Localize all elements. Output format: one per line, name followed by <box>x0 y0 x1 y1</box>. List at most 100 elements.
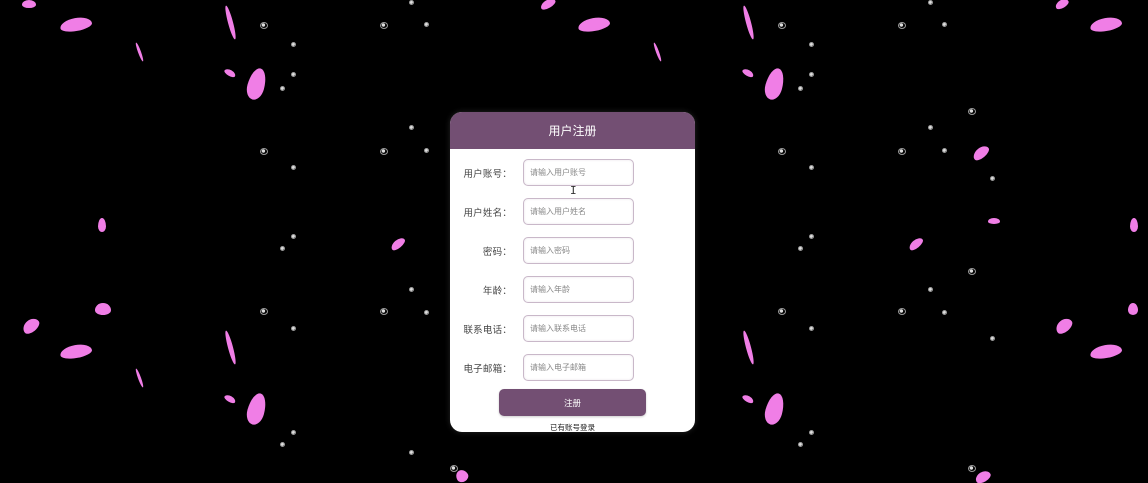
petal-decoration <box>907 235 925 253</box>
drop-decoration <box>928 0 933 5</box>
petal-decoration <box>1053 315 1075 337</box>
petal-decoration <box>389 235 407 253</box>
petal-decoration <box>762 391 787 427</box>
drop-decoration <box>809 326 814 331</box>
password-label: 密码： <box>482 246 512 258</box>
drop-decoration <box>380 148 388 155</box>
drop-decoration <box>942 310 947 315</box>
petal-decoration <box>741 4 756 41</box>
drop-decoration <box>809 72 814 77</box>
age-input[interactable] <box>523 276 634 303</box>
drop-decoration <box>291 430 296 435</box>
petal-decoration <box>1128 303 1138 315</box>
drop-decoration <box>898 308 906 315</box>
drop-decoration <box>409 287 414 292</box>
petal-decoration <box>1089 342 1123 361</box>
petal-decoration <box>59 342 93 361</box>
card-header: 用户注册 <box>450 112 695 149</box>
drop-decoration <box>260 308 268 315</box>
drop-decoration <box>798 246 803 251</box>
petal-decoration <box>134 42 145 62</box>
drop-decoration <box>280 86 285 91</box>
register-card: 用户注册 用户账号： 用户姓名： 密码： 年龄： 联系电话： <box>450 112 695 432</box>
phone-label: 联系电话： <box>463 324 512 336</box>
drop-decoration <box>260 22 268 29</box>
drop-decoration <box>280 442 285 447</box>
petal-decoration <box>741 67 755 79</box>
petal-decoration <box>223 4 238 41</box>
drop-decoration <box>291 42 296 47</box>
petal-decoration <box>973 468 993 483</box>
drop-decoration <box>380 308 388 315</box>
petal-decoration <box>577 15 611 34</box>
email-label: 电子邮箱： <box>463 363 512 375</box>
petal-decoration <box>244 66 269 102</box>
name-input[interactable] <box>523 198 634 225</box>
drop-decoration <box>450 465 458 472</box>
drop-decoration <box>798 442 803 447</box>
drop-decoration <box>291 72 296 77</box>
account-input[interactable] <box>523 159 634 186</box>
drop-decoration <box>809 165 814 170</box>
drop-decoration <box>798 86 803 91</box>
drop-decoration <box>809 430 814 435</box>
email-input[interactable] <box>523 354 634 381</box>
password-input[interactable] <box>523 237 634 264</box>
drop-decoration <box>280 246 285 251</box>
petal-decoration <box>1089 15 1123 34</box>
field-row-age: 年龄： <box>450 270 695 309</box>
petal-decoration <box>134 368 145 388</box>
petal-decoration <box>741 329 756 366</box>
field-row-password: 密码： <box>450 231 695 270</box>
account-label: 用户账号： <box>463 168 512 180</box>
petal-decoration <box>22 0 36 8</box>
petal-decoration <box>652 42 663 62</box>
drop-decoration <box>990 336 995 341</box>
petal-decoration <box>20 315 42 337</box>
drop-decoration <box>778 308 786 315</box>
page-background: 用户注册 用户账号： 用户姓名： 密码： 年龄： 联系电话： <box>0 0 1148 483</box>
field-row-name: 用户姓名： <box>450 192 695 231</box>
field-row-phone: 联系电话： <box>450 309 695 348</box>
field-row-email: 电子邮箱： <box>450 348 695 387</box>
drop-decoration <box>260 148 268 155</box>
login-link[interactable]: 已有账号登录 <box>450 422 695 432</box>
petal-decoration <box>539 0 557 12</box>
petal-decoration <box>223 329 238 366</box>
drop-decoration <box>291 326 296 331</box>
petal-decoration <box>988 218 1000 224</box>
drop-decoration <box>968 108 976 115</box>
drop-decoration <box>942 148 947 153</box>
drop-decoration <box>409 0 414 5</box>
drop-decoration <box>928 125 933 130</box>
drop-decoration <box>291 234 296 239</box>
drop-decoration <box>424 148 429 153</box>
phone-input[interactable] <box>523 315 634 342</box>
petal-decoration <box>762 66 787 102</box>
drop-decoration <box>291 165 296 170</box>
petal-decoration <box>223 393 237 405</box>
petal-decoration <box>98 218 106 232</box>
drop-decoration <box>968 268 976 275</box>
drop-decoration <box>809 234 814 239</box>
drop-decoration <box>778 22 786 29</box>
petal-decoration <box>223 67 237 79</box>
drop-decoration <box>424 22 429 27</box>
petal-decoration <box>1053 0 1071 11</box>
petal-decoration <box>1130 218 1138 232</box>
drop-decoration <box>778 148 786 155</box>
petal-decoration <box>95 303 111 315</box>
drop-decoration <box>942 22 947 27</box>
drop-decoration <box>898 148 906 155</box>
name-label: 用户姓名： <box>463 207 512 219</box>
register-button[interactable]: 注册 <box>499 389 646 416</box>
text-cursor-icon: I <box>570 184 577 197</box>
drop-decoration <box>990 176 995 181</box>
age-label: 年龄： <box>482 285 512 297</box>
drop-decoration <box>424 310 429 315</box>
drop-decoration <box>928 287 933 292</box>
drop-decoration <box>898 22 906 29</box>
petal-decoration <box>59 15 93 34</box>
drop-decoration <box>409 125 414 130</box>
petal-decoration <box>970 143 992 163</box>
